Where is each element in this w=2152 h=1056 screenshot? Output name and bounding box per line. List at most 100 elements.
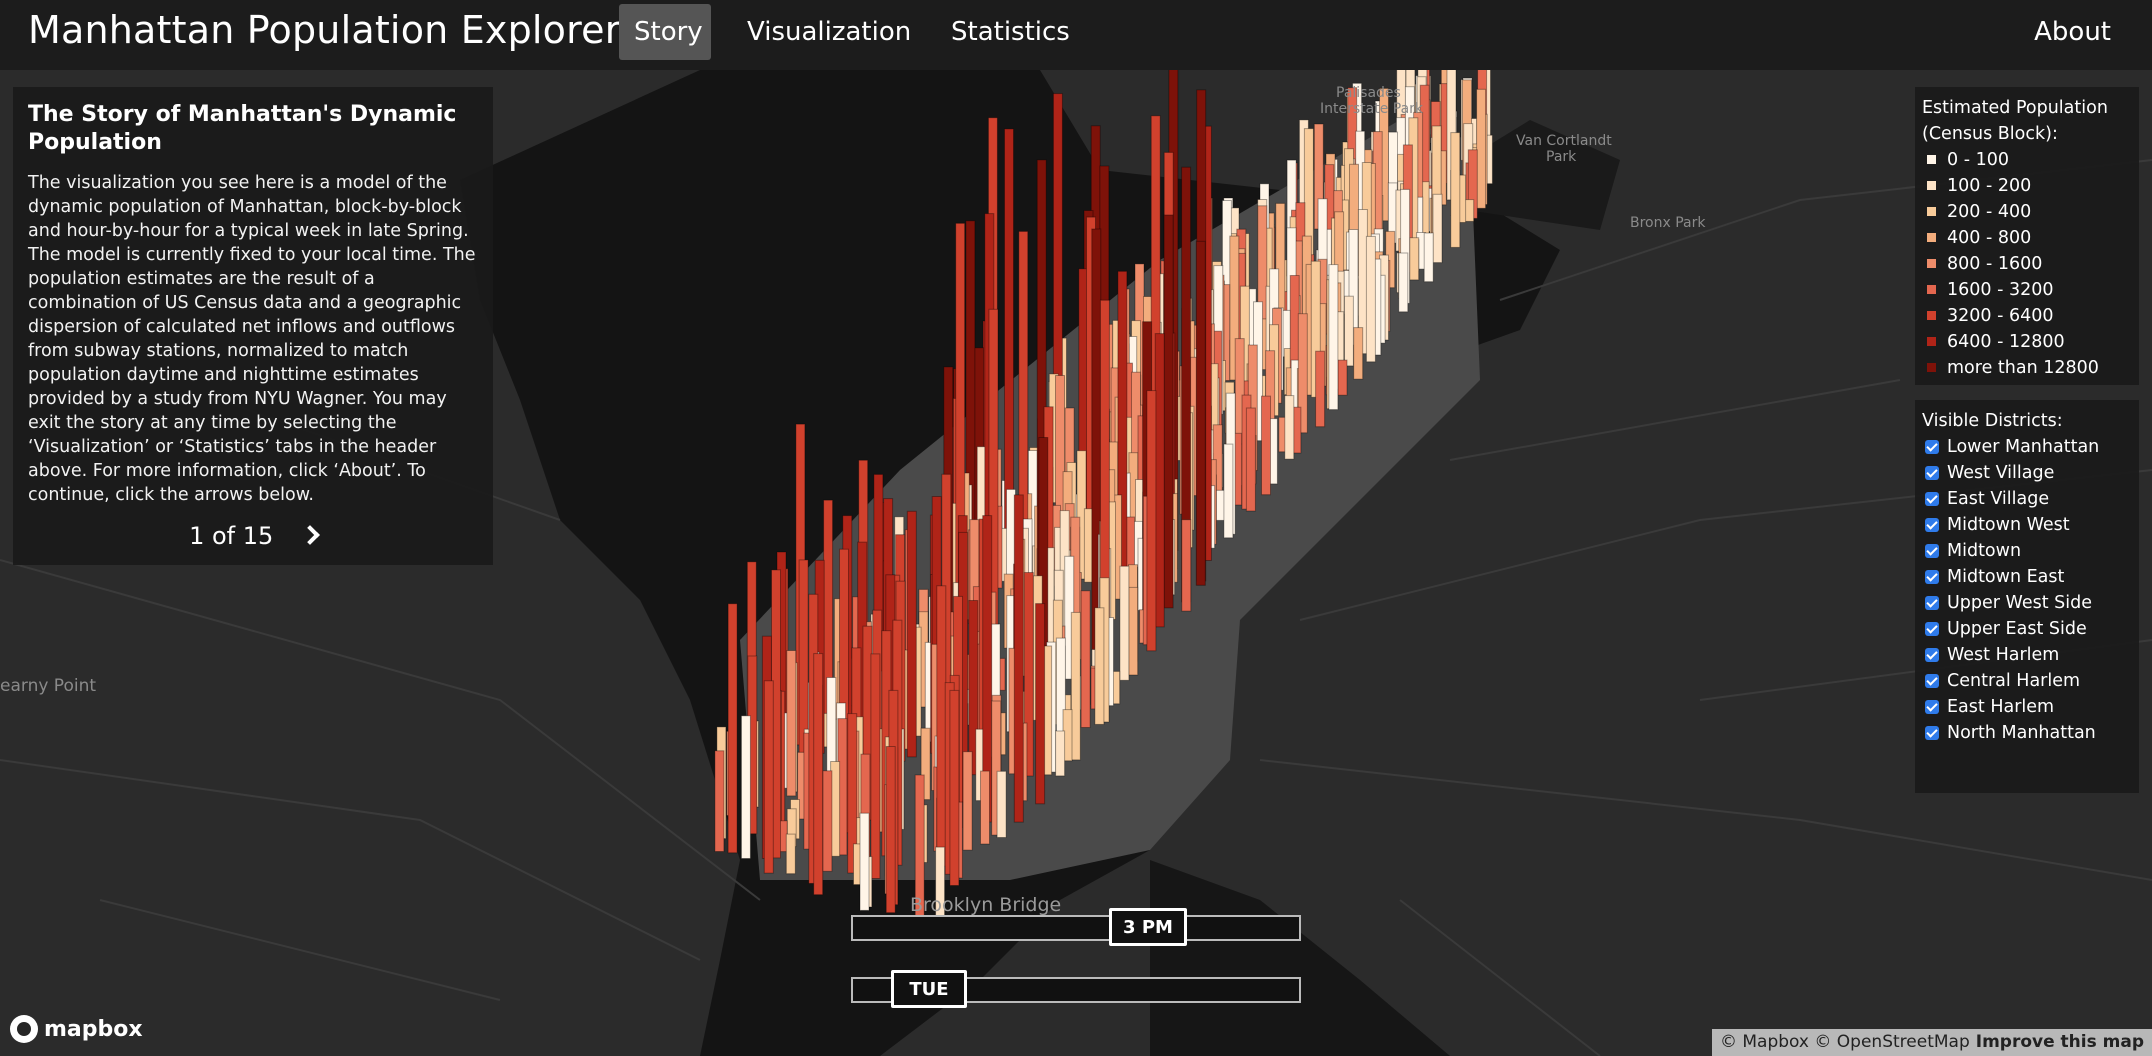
story-pager: 1 of 15 xyxy=(13,521,493,550)
district-checkbox[interactable] xyxy=(1925,622,1939,636)
legend-swatch xyxy=(1927,337,1936,346)
legend-item: more than 12800 xyxy=(1922,355,2139,381)
district-toggle[interactable]: Upper East Side xyxy=(1922,616,2139,642)
district-checkbox[interactable] xyxy=(1925,596,1939,610)
population-bar xyxy=(996,770,1007,838)
legend-subtitle: (Census Block): xyxy=(1922,124,2058,144)
district-toggle[interactable]: Upper West Side xyxy=(1922,590,2139,616)
legend-item: 0 - 100 xyxy=(1922,147,2139,173)
legend-swatch xyxy=(1927,155,1936,164)
tab-story[interactable]: Story xyxy=(619,4,711,60)
population-bar xyxy=(1284,395,1295,460)
district-toggle[interactable]: East Harlem xyxy=(1922,694,2139,720)
tab-statistics[interactable]: Statistics xyxy=(936,4,1085,60)
mapbox-logo-text: mapbox xyxy=(44,1016,143,1042)
legend-swatch xyxy=(1927,207,1936,216)
day-slider[interactable]: TUE xyxy=(851,970,1301,1008)
population-bar xyxy=(727,603,738,854)
legend-label: 1600 - 3200 xyxy=(1947,280,2054,300)
chevron-right-icon[interactable] xyxy=(300,525,320,545)
population-bar xyxy=(1035,603,1046,805)
district-toggle[interactable]: Lower Manhattan xyxy=(1922,434,2139,460)
population-bar xyxy=(740,715,751,859)
legend-label: 3200 - 6400 xyxy=(1947,306,2054,326)
population-bar xyxy=(1094,607,1105,725)
districts-title: Visible Districts: xyxy=(1922,411,2063,431)
population-bar xyxy=(822,770,833,872)
district-toggle[interactable]: Midtown East xyxy=(1922,564,2139,590)
story-body: The visualization you see here is a mode… xyxy=(28,173,476,505)
population-bar xyxy=(962,751,973,851)
population-bar xyxy=(1163,214,1174,609)
district-checkbox[interactable] xyxy=(1925,492,1939,506)
page-indicator: 1 of 15 xyxy=(189,522,274,550)
legend-item: 200 - 400 xyxy=(1922,199,2139,225)
map-label-bronx-park: Bronx Park xyxy=(1630,215,1706,231)
legend-item: 1600 - 3200 xyxy=(1922,277,2139,303)
population-bar xyxy=(1080,590,1091,728)
improve-map-link[interactable]: Improve this map xyxy=(1976,1032,2144,1052)
map-label-kearny-point: earny Point xyxy=(0,676,96,696)
population-bar xyxy=(1343,295,1354,367)
legend-swatch xyxy=(1927,311,1936,320)
legend-swatch xyxy=(1927,285,1936,294)
story-heading: The Story of Manhattan's Dynamic Populat… xyxy=(28,102,457,155)
district-label: Central Harlem xyxy=(1947,671,2081,691)
district-toggle[interactable]: Midtown West xyxy=(1922,512,2139,538)
population-bar xyxy=(1337,359,1348,396)
district-label: West Village xyxy=(1947,463,2055,483)
district-label: West Harlem xyxy=(1947,645,2060,665)
legend-swatch xyxy=(1927,363,1936,372)
population-bar xyxy=(1181,519,1192,612)
day-slider-handle[interactable]: TUE xyxy=(891,970,967,1008)
population-bar xyxy=(1398,252,1409,313)
district-toggle[interactable]: East Village xyxy=(1922,486,2139,512)
tab-about[interactable]: About xyxy=(2019,4,2126,60)
district-label: Midtown West xyxy=(1947,515,2070,535)
mapbox-logo[interactable]: mapbox xyxy=(10,1013,143,1045)
population-bar xyxy=(1423,232,1434,283)
legend-swatch xyxy=(1927,259,1936,268)
district-toggle[interactable]: West Harlem xyxy=(1922,642,2139,668)
tab-visualization[interactable]: Visualization xyxy=(732,4,926,60)
population-bar xyxy=(1365,235,1376,363)
population-bar xyxy=(785,833,796,875)
legend-swatch xyxy=(1927,233,1936,242)
district-checkbox[interactable] xyxy=(1925,700,1939,714)
time-slider-handle[interactable]: 3 PM xyxy=(1109,908,1187,946)
population-bar xyxy=(1119,565,1130,681)
district-toggle[interactable]: Midtown xyxy=(1922,538,2139,564)
population-bar xyxy=(870,653,881,880)
district-toggle[interactable]: North Manhattan xyxy=(1922,720,2139,746)
population-bar xyxy=(1476,88,1487,209)
district-checkbox[interactable] xyxy=(1925,440,1939,454)
district-toggle[interactable]: West Village xyxy=(1922,460,2139,486)
district-checkbox[interactable] xyxy=(1925,726,1939,740)
district-checkbox[interactable] xyxy=(1925,518,1939,532)
mapbox-logo-icon xyxy=(10,1015,38,1043)
time-slider[interactable]: 3 PM xyxy=(851,908,1301,946)
district-checkbox[interactable] xyxy=(1925,648,1939,662)
population-bar xyxy=(1128,586,1139,676)
legend-item: 6400 - 12800 xyxy=(1922,329,2139,355)
population-bar xyxy=(1223,443,1234,539)
population-bar xyxy=(813,653,824,896)
district-toggle[interactable]: Central Harlem xyxy=(1922,668,2139,694)
app-title: Manhattan Population Explorer xyxy=(28,8,621,52)
legend-label: more than 12800 xyxy=(1947,358,2099,378)
district-checkbox[interactable] xyxy=(1925,466,1939,480)
legend-swatch xyxy=(1927,181,1936,190)
population-bar xyxy=(1154,333,1165,628)
legend-item: 400 - 800 xyxy=(1922,225,2139,251)
district-label: Midtown East xyxy=(1947,567,2065,587)
population-bar xyxy=(1328,264,1339,411)
legend-item: 100 - 200 xyxy=(1922,173,2139,199)
district-checkbox[interactable] xyxy=(1925,674,1939,688)
app-header: Manhattan Population Explorer Story Visu… xyxy=(0,0,2152,70)
population-bar xyxy=(1146,390,1157,652)
attribution-text[interactable]: © Mapbox © OpenStreetMap xyxy=(1720,1032,1970,1052)
district-checkbox[interactable] xyxy=(1925,570,1939,584)
district-label: Lower Manhattan xyxy=(1947,437,2100,457)
population-bar xyxy=(1315,350,1326,428)
district-checkbox[interactable] xyxy=(1925,544,1939,558)
